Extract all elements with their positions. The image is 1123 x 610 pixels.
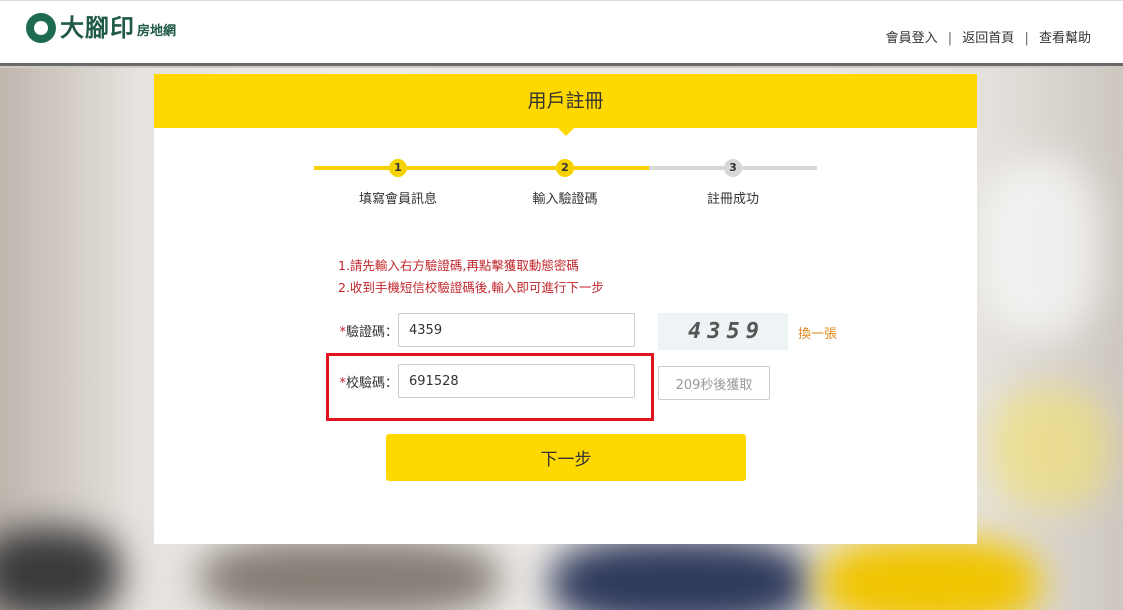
step-progress: 1 2 3 填寫會員訊息 輸入驗證碼 註冊成功 bbox=[314, 159, 817, 210]
get-code-countdown-button[interactable]: 209秒後獲取 bbox=[658, 366, 770, 400]
top-nav: 會員登入 | 返回首頁 | 查看幫助 bbox=[886, 27, 1091, 46]
verification-code-label: *校驗碼： bbox=[339, 375, 398, 391]
captcha-image[interactable]: 4359 bbox=[658, 313, 788, 350]
footprint-logo-icon bbox=[26, 13, 56, 43]
nav-home-link[interactable]: 返回首頁 bbox=[962, 31, 1014, 46]
instruction-line-2: 2.收到手機短信校驗證碼後,輸入即可進行下一步 bbox=[338, 280, 604, 295]
step-3-dot: 3 bbox=[724, 159, 742, 177]
verification-code-input[interactable] bbox=[398, 364, 635, 398]
progress-track-done bbox=[314, 166, 649, 170]
logo-sub-text: 房地網 bbox=[137, 24, 177, 39]
instruction-line-1: 1.請先輸入右方驗證碼,再點擊獲取動態密碼 bbox=[338, 258, 579, 273]
step-3-label: 註冊成功 bbox=[706, 192, 759, 207]
top-bar: 大腳印 房地網 會員登入 | 返回首頁 | 查看幫助 bbox=[0, 0, 1123, 66]
step-2-label: 輸入驗證碼 bbox=[532, 192, 598, 207]
captcha-input[interactable] bbox=[398, 313, 635, 347]
captcha-row: *驗證碼： bbox=[332, 313, 635, 347]
nav-help-link[interactable]: 查看幫助 bbox=[1039, 31, 1091, 46]
refresh-captcha-link[interactable]: 換一張 bbox=[798, 323, 837, 342]
step-1-label: 填寫會員訊息 bbox=[358, 192, 437, 207]
nav-login-link[interactable]: 會員登入 bbox=[886, 31, 938, 46]
nav-separator: | bbox=[947, 31, 953, 46]
captcha-label: *驗證碼： bbox=[339, 324, 398, 340]
logo-main-text: 大腳印 bbox=[60, 14, 135, 42]
nav-separator: | bbox=[1024, 31, 1029, 46]
instruction-notes: 1.請先輸入右方驗證碼,再點擊獲取動態密碼 2.收到手機短信校驗證碼後,輸入即可… bbox=[338, 255, 604, 299]
step-1-dot: 1 bbox=[389, 159, 407, 177]
step-2-dot: 2 bbox=[556, 159, 574, 177]
card-title: 用戶註冊 bbox=[154, 74, 977, 136]
site-logo[interactable]: 大腳印 房地網 bbox=[26, 13, 176, 43]
register-card: 用戶註冊 1 2 3 填寫會員訊息 輸入驗證碼 註冊成功 1.請先輸入右方驗證碼… bbox=[154, 74, 977, 544]
verification-code-row: *校驗碼： bbox=[332, 364, 635, 398]
next-step-button[interactable]: 下一步 bbox=[386, 434, 746, 481]
